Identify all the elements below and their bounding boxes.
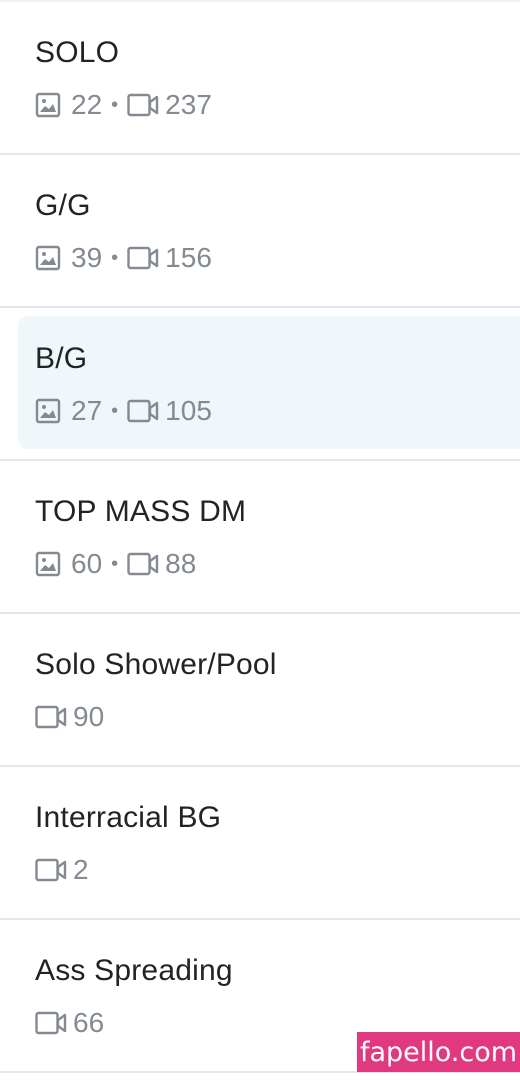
video-count: 88 — [165, 548, 197, 579]
separator-dot: • — [111, 399, 119, 422]
image-icon — [35, 551, 61, 577]
list-item[interactable]: B/G 27 • 105 — [0, 308, 520, 461]
list-item[interactable]: Interracial BG 2 — [0, 767, 520, 920]
list-item-counts: 66 — [35, 1006, 104, 1040]
image-icon — [35, 245, 61, 271]
list-item-counts: 60 • 88 — [35, 547, 196, 581]
list-item-counts: 39 • 156 — [35, 241, 212, 275]
separator-dot: • — [111, 246, 119, 269]
separator-dot: • — [111, 93, 119, 116]
photo-count: 60 — [71, 548, 103, 579]
photo-count: 22 — [71, 89, 103, 120]
list-item-title: Solo Shower/Pool — [35, 648, 277, 681]
video-camera-icon — [127, 552, 159, 576]
image-icon — [35, 398, 61, 424]
list-item-title: Ass Spreading — [35, 954, 233, 987]
list-item-title: SOLO — [35, 36, 120, 69]
video-count: 105 — [165, 395, 212, 426]
collection-list: SOLO 22 • 237 G/G 39 • 156 B/G 27 • 105 TOP MA… — [0, 0, 520, 1073]
list-item[interactable]: Solo Shower/Pool 90 — [0, 614, 520, 767]
video-camera-icon — [127, 246, 159, 270]
video-count: 156 — [165, 242, 212, 273]
list-item[interactable]: SOLO 22 • 237 — [0, 0, 520, 155]
video-count: 90 — [73, 701, 105, 732]
separator-dot: • — [111, 552, 119, 575]
list-item-title: Interracial BG — [35, 801, 222, 834]
video-count: 2 — [73, 854, 89, 885]
list-item-counts: 27 • 105 — [35, 394, 212, 428]
list-item-title: G/G — [35, 189, 91, 222]
video-camera-icon — [35, 1011, 67, 1035]
photo-count: 39 — [71, 242, 103, 273]
video-camera-icon — [35, 705, 67, 729]
list-item-counts: 2 — [35, 853, 89, 887]
video-camera-icon — [35, 858, 67, 882]
video-camera-icon — [127, 399, 159, 423]
list-item-counts: 90 — [35, 700, 104, 734]
selected-highlight — [18, 316, 520, 449]
photo-count: 27 — [71, 395, 103, 426]
video-count: 237 — [165, 89, 212, 120]
watermark-logo: fapello.com — [357, 1032, 520, 1072]
list-item[interactable]: G/G 39 • 156 — [0, 155, 520, 308]
list-item-title: B/G — [35, 342, 88, 375]
list-item[interactable]: TOP MASS DM 60 • 88 — [0, 461, 520, 614]
image-icon — [35, 92, 61, 118]
video-camera-icon — [127, 93, 159, 117]
list-item-title: TOP MASS DM — [35, 495, 247, 528]
video-count: 66 — [73, 1007, 105, 1038]
list-item-counts: 22 • 237 — [35, 88, 212, 122]
